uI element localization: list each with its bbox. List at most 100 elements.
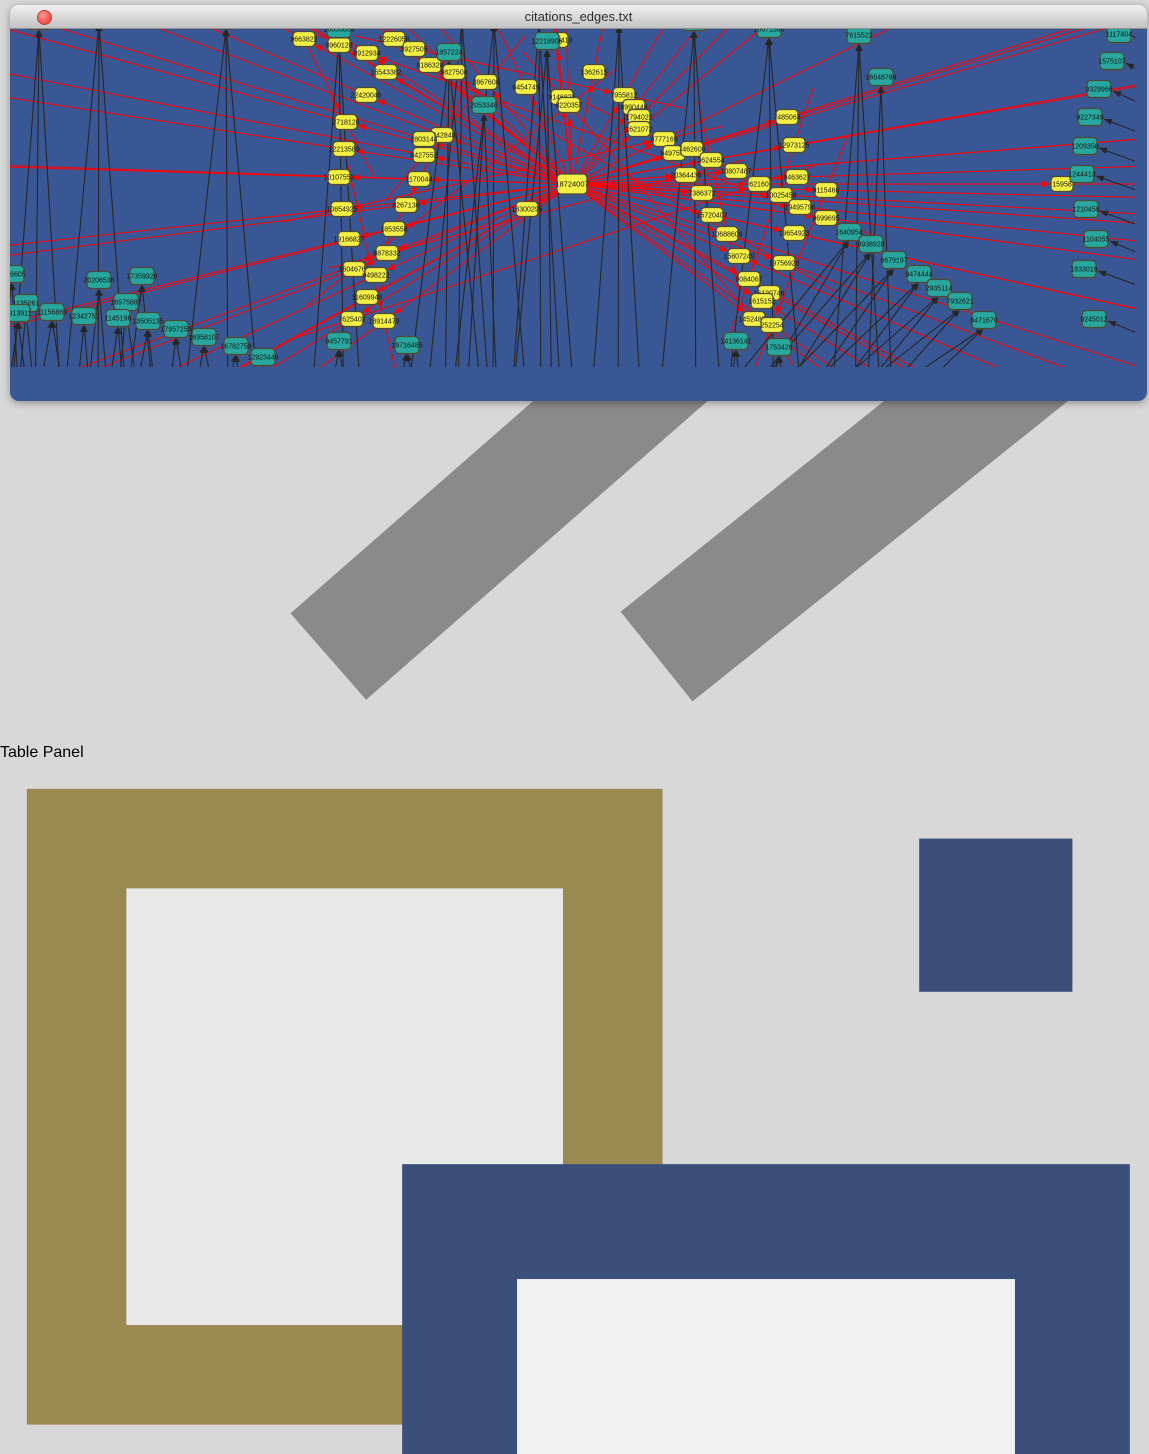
window-titlebar[interactable]: citations_edges.txt <box>10 5 1147 29</box>
graph-node[interactable]: 2053346 <box>470 97 497 116</box>
svg-text:1209358: 1209358 <box>1071 144 1098 151</box>
graph-node[interactable]: 9498222 <box>362 268 389 285</box>
graph-node[interactable]: 252254 <box>760 318 784 335</box>
graph-node[interactable]: 16648784 <box>865 69 896 88</box>
svg-text:8912934: 8912934 <box>353 51 380 58</box>
graph-node[interactable]: 12218906 <box>531 33 562 52</box>
graph-node[interactable]: 7386372 <box>688 186 715 203</box>
graph-node[interactable]: 9245012 <box>1080 311 1107 330</box>
svg-text:10807487: 10807487 <box>720 169 751 176</box>
graph-node[interactable]: 1621072 <box>625 122 652 139</box>
graph-node[interactable]: 1104055 <box>1083 231 1110 250</box>
graph-node[interactable]: 3927505 <box>400 42 427 59</box>
graph-node[interactable]: 2516605 <box>10 266 26 285</box>
graph-node[interactable]: 8220357 <box>555 98 582 115</box>
graph-node[interactable]: 10807487 <box>720 164 751 181</box>
graph-node[interactable]: 7485063 <box>773 110 800 127</box>
graph-node[interactable]: 18724007 <box>555 174 588 196</box>
graph-node[interactable]: 1145196 <box>105 310 132 329</box>
graph-node[interactable]: 1615152 <box>748 294 775 311</box>
graph-node[interactable]: 9457791 <box>325 333 352 352</box>
svg-text:62160: 62160 <box>749 182 769 189</box>
graph-node[interactable]: 9663822 <box>290 32 317 49</box>
graph-node[interactable]: 3913911 <box>10 305 32 324</box>
graph-node[interactable]: 9699695 <box>812 211 839 228</box>
svg-text:9827508: 9827508 <box>440 70 467 77</box>
graph-node[interactable]: 16543382 <box>370 65 401 82</box>
graph-node[interactable]: 18914479 <box>368 314 399 331</box>
svg-text:19495796: 19495796 <box>784 205 815 212</box>
graph-node[interactable]: 62160 <box>748 177 772 194</box>
graph-node[interactable]: 7625402 <box>338 312 365 329</box>
graph-node[interactable]: 15807249 <box>723 249 754 266</box>
graph-node[interactable]: 9938928 <box>857 236 884 255</box>
graph-node[interactable]: 9084067 <box>735 272 762 289</box>
graph-node[interactable]: 16958107 <box>188 329 219 348</box>
graph-node[interactable]: 9463627 <box>783 170 810 187</box>
graph-node[interactable]: 16782759 <box>220 338 251 357</box>
graph-node[interactable]: 22420046 <box>350 88 381 105</box>
svg-text:1833016: 1833016 <box>1070 267 1097 274</box>
graph-node[interactable]: 8427552 <box>410 148 437 165</box>
graph-node[interactable]: 1857224 <box>435 44 462 63</box>
graph-node[interactable]: 7932621 <box>946 293 973 312</box>
graph-node[interactable]: 1210458 <box>1072 201 1099 220</box>
graph-node[interactable]: 19166827 <box>333 232 364 249</box>
graph-node[interactable]: 12973125 <box>778 138 809 155</box>
graph-node[interactable]: 1575107 <box>1098 53 1125 72</box>
graph-node[interactable]: 9227349 <box>1076 109 1103 128</box>
graph-node[interactable]: 8267130 <box>392 198 419 215</box>
graph-node[interactable]: 11156869 <box>37 304 67 323</box>
float-panel-icon[interactable] <box>0 762 1149 1454</box>
graph-node[interactable]: 9115460 <box>813 183 840 200</box>
graph-node[interactable]: 7615522 <box>845 27 872 46</box>
svg-text:2718126: 2718126 <box>332 120 359 127</box>
graph-node[interactable]: 9827508 <box>440 65 467 82</box>
svg-text:1615152: 1615152 <box>748 299 775 306</box>
graph-node[interactable]: 1170044 <box>406 172 433 189</box>
graph-node[interactable]: 13505135 <box>132 313 163 332</box>
network-view-canvas[interactable]: 1872400796638228960128891293412226058392… <box>10 5 1147 372</box>
svg-text:7615522: 7615522 <box>845 33 872 40</box>
svg-text:1362615: 1362615 <box>580 70 607 77</box>
svg-text:9663822: 9663822 <box>290 37 317 44</box>
graph-node[interactable]: 1244413 <box>1068 166 1095 185</box>
graph-node[interactable]: 19716485 <box>391 337 422 356</box>
graph-node[interactable]: 15720407 <box>696 208 727 225</box>
graph-node[interactable]: 8471670 <box>970 312 997 331</box>
graph-node[interactable]: 2867608 <box>472 75 499 92</box>
graph-node[interactable]: 8878332 <box>373 246 400 263</box>
svg-text:10025458: 10025458 <box>765 193 796 200</box>
network-graph[interactable]: 1872400796638228960128891293412226058392… <box>10 5 1135 367</box>
svg-text:9699695: 9699695 <box>812 216 839 223</box>
graph-node[interactable]: 8912934 <box>353 46 380 63</box>
svg-text:9474444: 9474444 <box>905 272 932 279</box>
graph-node[interactable]: 12213589 <box>328 142 359 159</box>
graph-node[interactable]: 20364436 <box>670 168 701 185</box>
svg-text:10107552: 10107552 <box>323 175 354 182</box>
svg-text:2867608: 2867608 <box>472 80 499 87</box>
graph-node[interactable]: 14136141 <box>720 333 751 352</box>
graph-node[interactable]: 10688609 <box>711 227 742 244</box>
graph-node[interactable]: 12342757 <box>68 308 99 327</box>
graph-node[interactable]: 1833016 <box>1070 261 1097 280</box>
graph-node[interactable]: 2803144 <box>410 132 437 149</box>
graph-node[interactable]: 6679197 <box>880 252 907 271</box>
graph-node[interactable]: 8960128 <box>325 38 352 55</box>
graph-node[interactable]: 8454749 <box>512 80 539 97</box>
graph-node[interactable]: 1209358 <box>1071 138 1098 157</box>
graph-node[interactable]: 3624554 <box>697 153 724 170</box>
graph-node[interactable]: 20206536 <box>83 272 114 291</box>
graph-node[interactable]: 10654925 <box>326 202 357 219</box>
graph-node[interactable]: 19756928 <box>768 256 799 273</box>
graph-node[interactable]: 9329966 <box>1085 81 1112 100</box>
graph-node[interactable]: 17359928 <box>126 268 157 287</box>
graph-node[interactable]: 1853558 <box>380 222 407 239</box>
graph-node[interactable]: 17957253 <box>160 321 191 340</box>
graph-node[interactable]: 12923448 <box>247 349 278 368</box>
graph-node[interactable]: 1362615 <box>580 65 607 82</box>
graph-node[interactable]: 2718126 <box>332 115 359 132</box>
graph-node[interactable]: 19654923 <box>778 226 809 243</box>
svg-text:8427552: 8427552 <box>410 153 437 160</box>
graph-node[interactable]: 1753426 <box>765 339 792 358</box>
